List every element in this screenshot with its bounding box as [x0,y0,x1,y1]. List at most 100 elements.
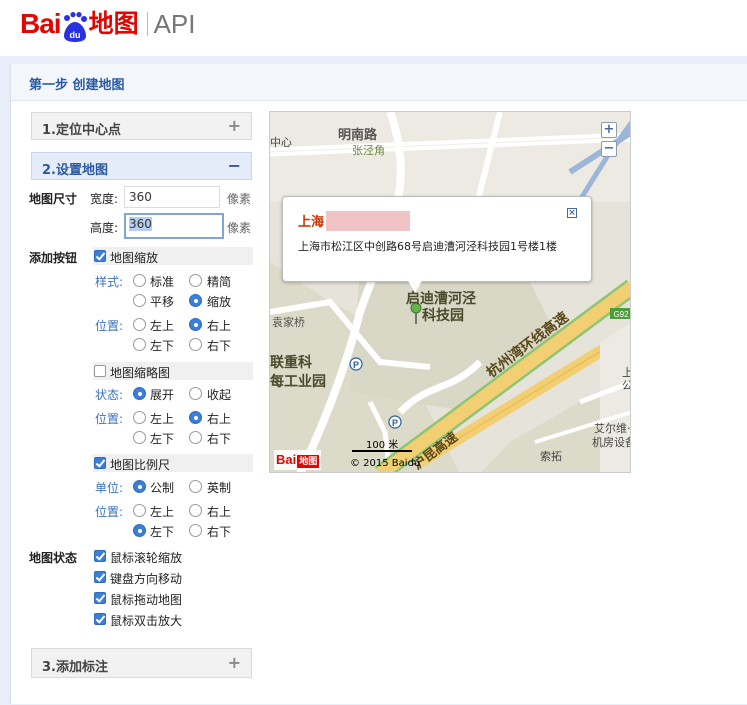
overview-pos-bottom-right-label: 右下 [207,432,232,446]
scale-pos-bottom-left-radio[interactable] [133,524,146,537]
zoom-style-compact-radio[interactable] [189,274,202,287]
map-label-place: 机房设备 [592,436,630,449]
map-state-label: 地图状态 [29,551,78,565]
overview-pos-top-left-radio[interactable] [133,411,146,424]
scale-unit-metric-label: 公制 [150,481,175,495]
height-input[interactable]: 360 [124,213,224,239]
accordion-label: 3.添加标注 [42,660,108,675]
logo-api-text: API [153,9,196,39]
scale-position-label: 位置: [95,505,124,519]
wheel-zoom-label: 鼠标滚轮缩放 [110,551,183,565]
scale-unit-label: 单位: [95,481,124,495]
map-label-place: 袁家桥 [272,316,305,329]
zoom-style-zoom-label: 缩放 [207,295,232,309]
logo-ditu-text: 地图 [88,10,139,38]
zoom-pos-bottom-right-label: 右下 [207,339,232,353]
scale-unit-imperial-radio[interactable] [189,480,202,493]
keyboard-move-label: 键盘方向移动 [110,572,183,586]
expand-plus-icon: + [227,653,241,672]
map-zoom-out-button[interactable]: − [601,141,617,157]
collapse-minus-icon: − [227,156,241,175]
scale-pos-top-right-radio[interactable] [189,504,202,517]
scale-pos-top-left-label: 左上 [150,505,175,519]
overview-checkbox[interactable] [94,365,106,377]
scale-pos-bottom-left-label: 左下 [150,525,175,539]
drag-map-label: 鼠标拖动地图 [110,593,183,607]
overview-pos-top-left-label: 左上 [150,412,175,426]
keyboard-move-checkbox[interactable] [94,571,106,583]
scale-pos-bottom-right-label: 右下 [207,525,232,539]
overview-pos-bottom-left-label: 左下 [150,432,175,446]
zoom-style-zoom-radio[interactable] [189,294,202,307]
header: Bai du 地图 API [0,0,747,56]
overview-pos-bottom-left-radio[interactable] [133,431,146,444]
overview-state-label: 状态: [95,388,124,402]
logo-separator [146,12,148,36]
scale-label: 地图比例尺 [110,458,171,472]
baidu-logo-text: Bai [276,452,297,467]
accordion-set-map[interactable]: 2.设置地图 − [31,152,252,180]
baidu-map-logo: Bai 地图 [274,450,322,470]
accordion-label: 1.定位中心点 [42,123,121,138]
zoom-style-pan-label: 平移 [150,295,175,309]
zoom-control-checkbox[interactable] [94,250,106,262]
content-area: 第一步 创建地图 1.定位中心点 + 2.设置地图 − 地图尺寸 宽度: 360… [0,56,747,705]
overview-state-expand-label: 展开 [150,388,175,402]
scale-bar-text: 100 米 [366,440,399,451]
drag-map-checkbox[interactable] [94,592,106,604]
redacted-title-part [326,211,410,231]
scale-pos-top-left-radio[interactable] [133,504,146,517]
baidu-map-api-logo[interactable]: Bai du 地图 API [20,8,196,42]
overview-pos-top-right-radio[interactable] [189,411,202,424]
close-icon[interactable]: × [567,208,577,218]
map-label-place: 中心 [270,136,292,149]
zoom-pos-bottom-left-radio[interactable] [133,338,146,351]
overview-state-collapse-radio[interactable] [189,387,202,400]
overview-position-label: 位置: [95,412,124,426]
height-label: 高度: [90,221,119,235]
overview-label: 地图缩略图 [110,366,171,380]
overview-pos-top-right-label: 右上 [207,412,232,426]
map-size-label: 地图尺寸 [29,192,78,206]
zoom-pos-bottom-right-radio[interactable] [189,338,202,351]
double-click-zoom-checkbox[interactable] [94,613,106,625]
map-label-place: 公 [622,377,630,393]
baidu-paw-icon: du [63,12,87,42]
width-input[interactable]: 360 [124,186,220,208]
zoom-style-compact-label: 精简 [207,275,232,289]
scale-checkbox[interactable] [94,457,106,469]
scale-unit-metric-radio[interactable] [133,480,146,493]
zoom-pos-bottom-left-label: 左下 [150,339,175,353]
overview-state-expand-radio[interactable] [133,387,146,400]
map-label-poi: 每工业园 [270,374,326,390]
map-zoom-in-button[interactable]: + [601,122,617,138]
zoom-pos-top-right-label: 右上 [207,319,232,333]
add-buttons-label: 添加按钮 [29,251,78,265]
scale-pos-bottom-right-radio[interactable] [189,524,202,537]
zoom-style-standard-radio[interactable] [133,274,146,287]
zoom-pos-top-left-label: 左上 [150,319,175,333]
step-panel: 第一步 创建地图 1.定位中心点 + 2.设置地图 − 地图尺寸 宽度: 360… [10,64,747,704]
svg-text:du: du [69,30,80,40]
map-label-poi: 联重科 [270,355,312,371]
info-window-title: 上海 [298,215,325,230]
zoom-control-label: 地图缩放 [110,251,159,265]
map-label-place: 索拓 [540,450,562,463]
overview-pos-bottom-right-radio[interactable] [189,431,202,444]
zoom-style-pan-radio[interactable] [133,294,146,307]
accordion-add-marker[interactable]: 3.添加标注 + [31,648,252,678]
zoom-pos-top-left-radio[interactable] [133,318,146,331]
accordion-locate-center[interactable]: 1.定位中心点 + [31,112,252,140]
scale-bar-line [352,450,412,452]
baidu-logo-ditu: 地图 [297,455,320,468]
map-label-road: 明南路 [338,128,378,143]
info-window-pointer [407,279,423,293]
scale-unit-imperial-label: 英制 [207,481,232,495]
expand-plus-icon: + [227,116,241,135]
map-preview[interactable]: P P G92 明南路 张泾角 中心 启迪漕河泾 科技园 袁家桥 联重科 每工业… [269,111,631,473]
map-label-place: 张泾角 [352,144,385,157]
svg-text:G92: G92 [613,310,629,319]
zoom-pos-top-right-radio[interactable] [189,318,202,331]
scale-bar: 100 米 [352,436,412,452]
wheel-zoom-checkbox[interactable] [94,550,106,562]
